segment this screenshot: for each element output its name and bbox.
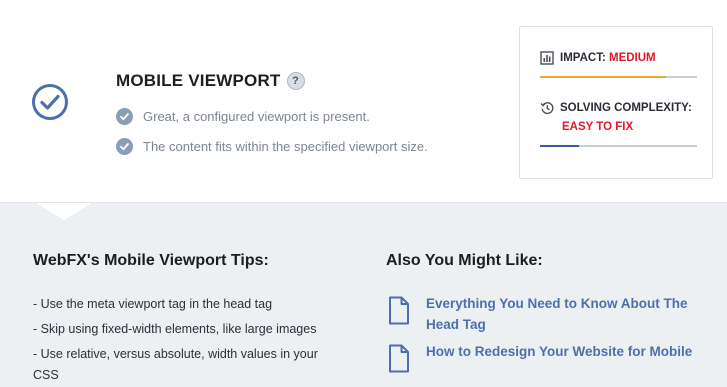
complexity-value: EASY TO FIX	[562, 121, 634, 133]
document-icon	[389, 344, 409, 373]
complexity-row: SOLVING COMPLEXITY:	[540, 101, 692, 116]
check-text: The content fits within the specified vi…	[143, 138, 428, 154]
tips-title: WebFX's Mobile Viewport Tips:	[33, 252, 269, 269]
link-text[interactable]: How to Redesign Your Website for Mobile	[426, 341, 692, 362]
tips-list: - Use the meta viewport tag in the head …	[33, 294, 333, 387]
history-icon	[540, 102, 554, 115]
related-link[interactable]: How to Redesign Your Website for Mobile	[388, 341, 708, 373]
section-header: MOBILE VIEWPORT ?	[116, 71, 305, 91]
panel-pointer	[36, 203, 92, 220]
impact-bar	[540, 76, 697, 78]
check-item: The content fits within the specified vi…	[116, 136, 428, 156]
complexity-bar	[540, 145, 697, 147]
help-icon[interactable]: ?	[286, 72, 305, 90]
complexity-bar-fill	[540, 145, 580, 147]
checkmark-icon	[116, 107, 133, 125]
impact-value: MEDIUM	[608, 52, 656, 64]
impact-bar-fill	[540, 76, 666, 78]
section-title: MOBILE VIEWPORT	[116, 71, 281, 90]
check-list: Great, a configured viewport is present.…	[116, 106, 428, 166]
tip-item: - Use relative, versus absolute, width v…	[33, 347, 318, 382]
impact-label: IMPACT: MEDIUM	[560, 52, 656, 64]
check-text: Great, a configured viewport is present.	[143, 108, 370, 124]
check-circle-icon	[32, 84, 68, 120]
checkmark-icon	[116, 137, 133, 155]
check-item: Great, a configured viewport is present.	[116, 106, 428, 126]
also-title: Also You Might Like:	[386, 252, 543, 269]
link-text[interactable]: Everything You Need to Know About The He…	[426, 293, 708, 335]
bar-chart-icon	[540, 51, 554, 65]
document-icon	[389, 296, 409, 325]
related-links: Everything You Need to Know About The He…	[388, 293, 708, 379]
complexity-label: SOLVING COMPLEXITY:	[560, 102, 692, 114]
impact-row: IMPACT: MEDIUM	[540, 51, 656, 66]
tip-item: - Use the meta viewport tag in the head …	[33, 297, 273, 311]
tip-item: - Skip using fixed-width elements, like …	[33, 322, 317, 336]
metrics-card: IMPACT: MEDIUM SOLVING COMPLEXITY: EASY …	[519, 26, 713, 179]
related-link[interactable]: Everything You Need to Know About The He…	[388, 293, 708, 335]
